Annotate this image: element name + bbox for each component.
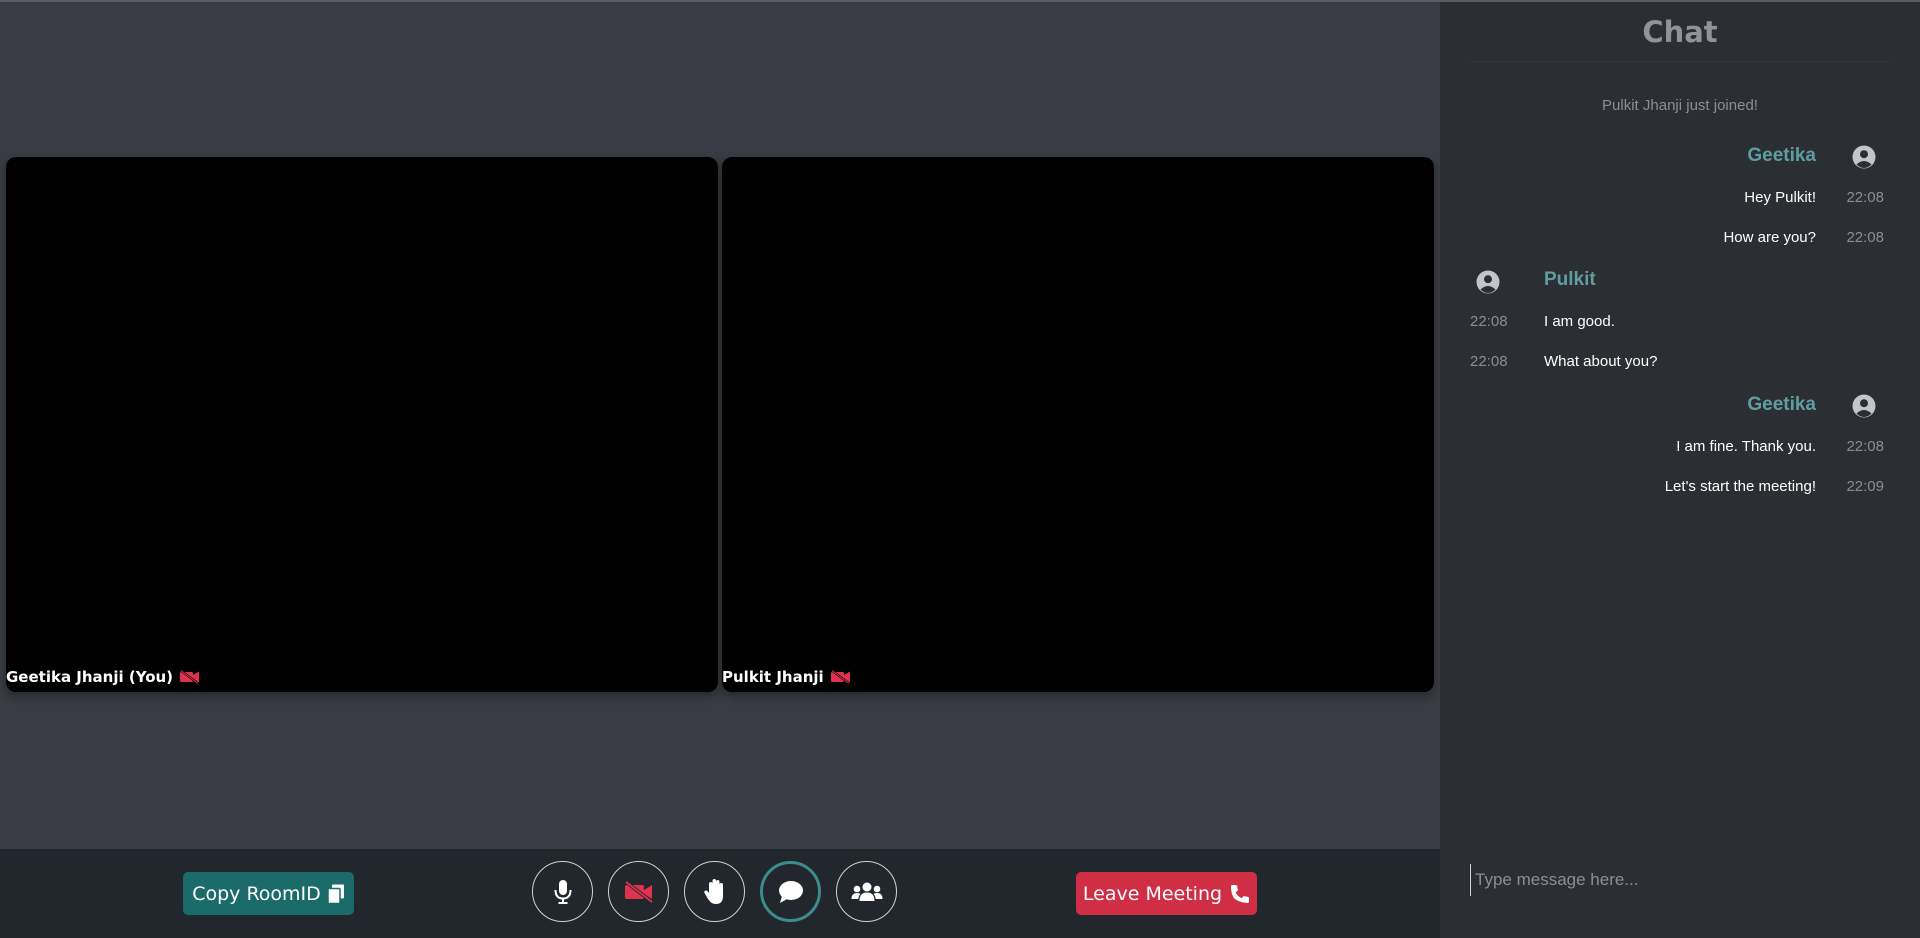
camera-toggle-button[interactable] bbox=[608, 861, 669, 922]
chat-message-time: 22:08 bbox=[1846, 438, 1884, 455]
chat-sender-name: Geetika bbox=[1747, 394, 1816, 415]
video-tile-remote[interactable]: Pulkit Jhanji bbox=[722, 157, 1434, 692]
participant-name: Pulkit Jhanji bbox=[722, 668, 824, 686]
user-avatar-icon bbox=[1476, 270, 1500, 294]
leave-meeting-label: Leave Meeting bbox=[1082, 882, 1223, 905]
meeting-controls-bar: Copy RoomID Leave Meeting bbox=[0, 849, 1440, 938]
participants-icon bbox=[851, 882, 882, 901]
copy-icon bbox=[327, 884, 344, 904]
chat-bubble-icon bbox=[778, 880, 803, 903]
chat-message-text: Let's start the meeting! bbox=[1664, 478, 1816, 495]
microphone-icon bbox=[554, 879, 571, 904]
participant-name-tag: Pulkit Jhanji bbox=[722, 668, 852, 686]
leave-meeting-button[interactable]: Leave Meeting bbox=[1076, 872, 1257, 915]
chat-message-input[interactable] bbox=[1470, 864, 1890, 896]
chat-panel: Chat Pulkit Jhanji just joined! Geetika … bbox=[1440, 2, 1920, 938]
user-avatar-icon bbox=[1852, 394, 1876, 418]
chat-message-time: 22:08 bbox=[1846, 189, 1884, 206]
copy-roomid-label: Copy RoomID bbox=[192, 882, 321, 905]
system-message: Pulkit Jhanji just joined! bbox=[1602, 97, 1758, 114]
video-tile-self[interactable]: Geetika Jhanji (You) bbox=[6, 157, 718, 692]
chat-message-time: 22:08 bbox=[1846, 229, 1884, 246]
chat-title: Chat bbox=[1470, 2, 1890, 62]
chat-message-time: 22:08 bbox=[1470, 353, 1508, 370]
chat-sender-name: Pulkit bbox=[1544, 269, 1596, 290]
participant-name: Geetika Jhanji (You) bbox=[6, 668, 174, 686]
chat-message-text: I am fine. Thank you. bbox=[1676, 438, 1816, 455]
chat-message-text: Hey Pulkit! bbox=[1744, 189, 1816, 206]
chat-message-text: I am good. bbox=[1544, 313, 1615, 330]
microphone-button[interactable] bbox=[532, 861, 593, 922]
raise-hand-button[interactable] bbox=[684, 861, 745, 922]
raise-hand-icon bbox=[703, 878, 723, 904]
chat-message-text: What about you? bbox=[1544, 353, 1658, 370]
chat-toggle-button[interactable] bbox=[760, 861, 821, 922]
chat-message-text: How are you? bbox=[1723, 229, 1816, 246]
participant-name-tag: Geetika Jhanji (You) bbox=[6, 668, 201, 686]
video-off-icon bbox=[830, 670, 850, 684]
chat-message-time: 22:09 bbox=[1846, 478, 1884, 495]
user-avatar-icon bbox=[1852, 145, 1876, 169]
chat-message-time: 22:08 bbox=[1470, 313, 1508, 330]
video-off-icon bbox=[180, 670, 200, 684]
chat-sender-name: Geetika bbox=[1747, 145, 1816, 166]
video-stage: Geetika Jhanji (You) Pulkit Jhanji bbox=[0, 2, 1440, 849]
participants-button[interactable] bbox=[836, 861, 897, 922]
phone-icon bbox=[1231, 884, 1250, 903]
copy-roomid-button[interactable]: Copy RoomID bbox=[183, 872, 354, 915]
video-off-icon bbox=[624, 880, 653, 903]
